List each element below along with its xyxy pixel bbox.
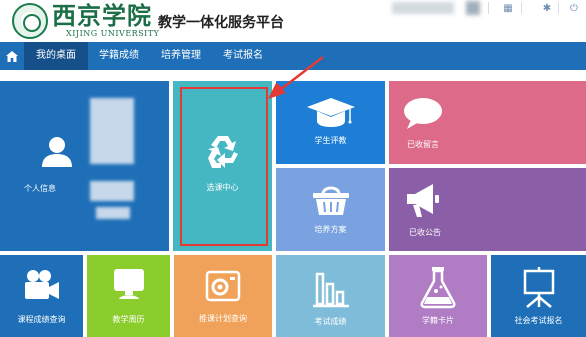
tile-student-eval[interactable]: 学生评教 — [276, 81, 385, 164]
recycle-icon — [204, 134, 242, 174]
tile-grade-card-label: 学籍卡片 — [422, 316, 454, 325]
tile-course-grade-query-label: 课程成绩查询 — [17, 315, 66, 324]
video-camera-icon — [22, 269, 62, 305]
tile-exam-results-label: 考试成绩 — [314, 317, 347, 326]
tile-received-announcements-label: 已收公告 — [409, 228, 441, 237]
nav-item-records[interactable]: 学籍成绩 — [88, 42, 150, 70]
university-name: 西京学院 — [52, 1, 152, 30]
tile-training-plan-label: 培养方案 — [314, 225, 347, 234]
profile-info-blurred — [96, 207, 130, 219]
tile-received-messages-label: 已收留言 — [407, 140, 439, 149]
tile-profile-label: 个人信息 — [24, 184, 56, 193]
tile-recommended-plan-query-label: 推课计划查询 — [199, 314, 247, 323]
avatar[interactable] — [466, 1, 480, 15]
home-icon[interactable] — [0, 42, 24, 70]
tile-teaching-calendar[interactable]: 教学周历 — [87, 255, 170, 337]
tile-received-messages[interactable]: 已收留言 — [389, 81, 586, 164]
basket-icon — [311, 182, 351, 220]
divider — [558, 2, 559, 14]
user-info-blurred — [392, 2, 454, 14]
gear-icon[interactable]: ✱ — [539, 3, 555, 14]
profile-photo-blurred — [90, 98, 134, 164]
nav-item-desktop[interactable]: 我的桌面 — [24, 42, 88, 70]
tile-received-announcements[interactable]: 已收公告 — [389, 168, 586, 251]
logout-icon[interactable]: ⏻ — [566, 3, 582, 14]
grid-icon[interactable]: ▦ — [500, 3, 516, 14]
tile-teaching-calendar-label: 教学周历 — [112, 315, 145, 324]
tile-course-grade-query[interactable]: 课程成绩查询 — [0, 255, 83, 337]
flask-icon — [418, 265, 458, 313]
portal-title: 教学一体化服务平台 — [158, 15, 284, 31]
bar-chart-icon — [311, 268, 351, 312]
monitor-icon — [111, 267, 147, 305]
university-seal-icon — [12, 3, 48, 39]
tile-grade-card[interactable]: 学籍卡片 — [389, 255, 487, 337]
nav-item-training[interactable]: 培养管理 — [150, 42, 212, 70]
user-icon — [40, 135, 74, 173]
speech-bubble-icon — [403, 96, 443, 136]
university-name-english: XIJING UNIVERSITY — [66, 29, 160, 38]
main-nav: 我的桌面 学籍成绩 培养管理 考试报名 — [0, 42, 586, 70]
tile-social-exam-registration-label: 社会考试报名 — [514, 316, 563, 325]
camera-icon — [205, 269, 241, 307]
tile-exam-results[interactable]: 考试成绩 — [276, 255, 385, 337]
presentation-board-icon — [519, 267, 559, 315]
profile-info-blurred — [90, 181, 134, 201]
tile-student-eval-label: 学生评教 — [314, 136, 347, 145]
graduation-cap-icon — [306, 96, 356, 134]
megaphone-icon — [403, 180, 443, 224]
header: 西京学院 XIJING UNIVERSITY 教学一体化服务平台 ▦ ✱ ⏻ — [0, 0, 586, 42]
tile-recommended-plan-query[interactable]: 推课计划查询 — [174, 255, 272, 337]
nav-item-exam-registration[interactable]: 考试报名 — [212, 42, 274, 70]
tile-course-selection[interactable]: 选课中心 — [173, 81, 272, 251]
tile-profile[interactable]: 个人信息 — [0, 81, 169, 251]
divider — [488, 2, 489, 14]
tile-course-selection-label: 选课中心 — [206, 183, 239, 192]
divider — [521, 2, 522, 14]
tile-social-exam-registration[interactable]: 社会考试报名 — [491, 255, 586, 337]
tile-training-plan[interactable]: 培养方案 — [276, 168, 385, 251]
